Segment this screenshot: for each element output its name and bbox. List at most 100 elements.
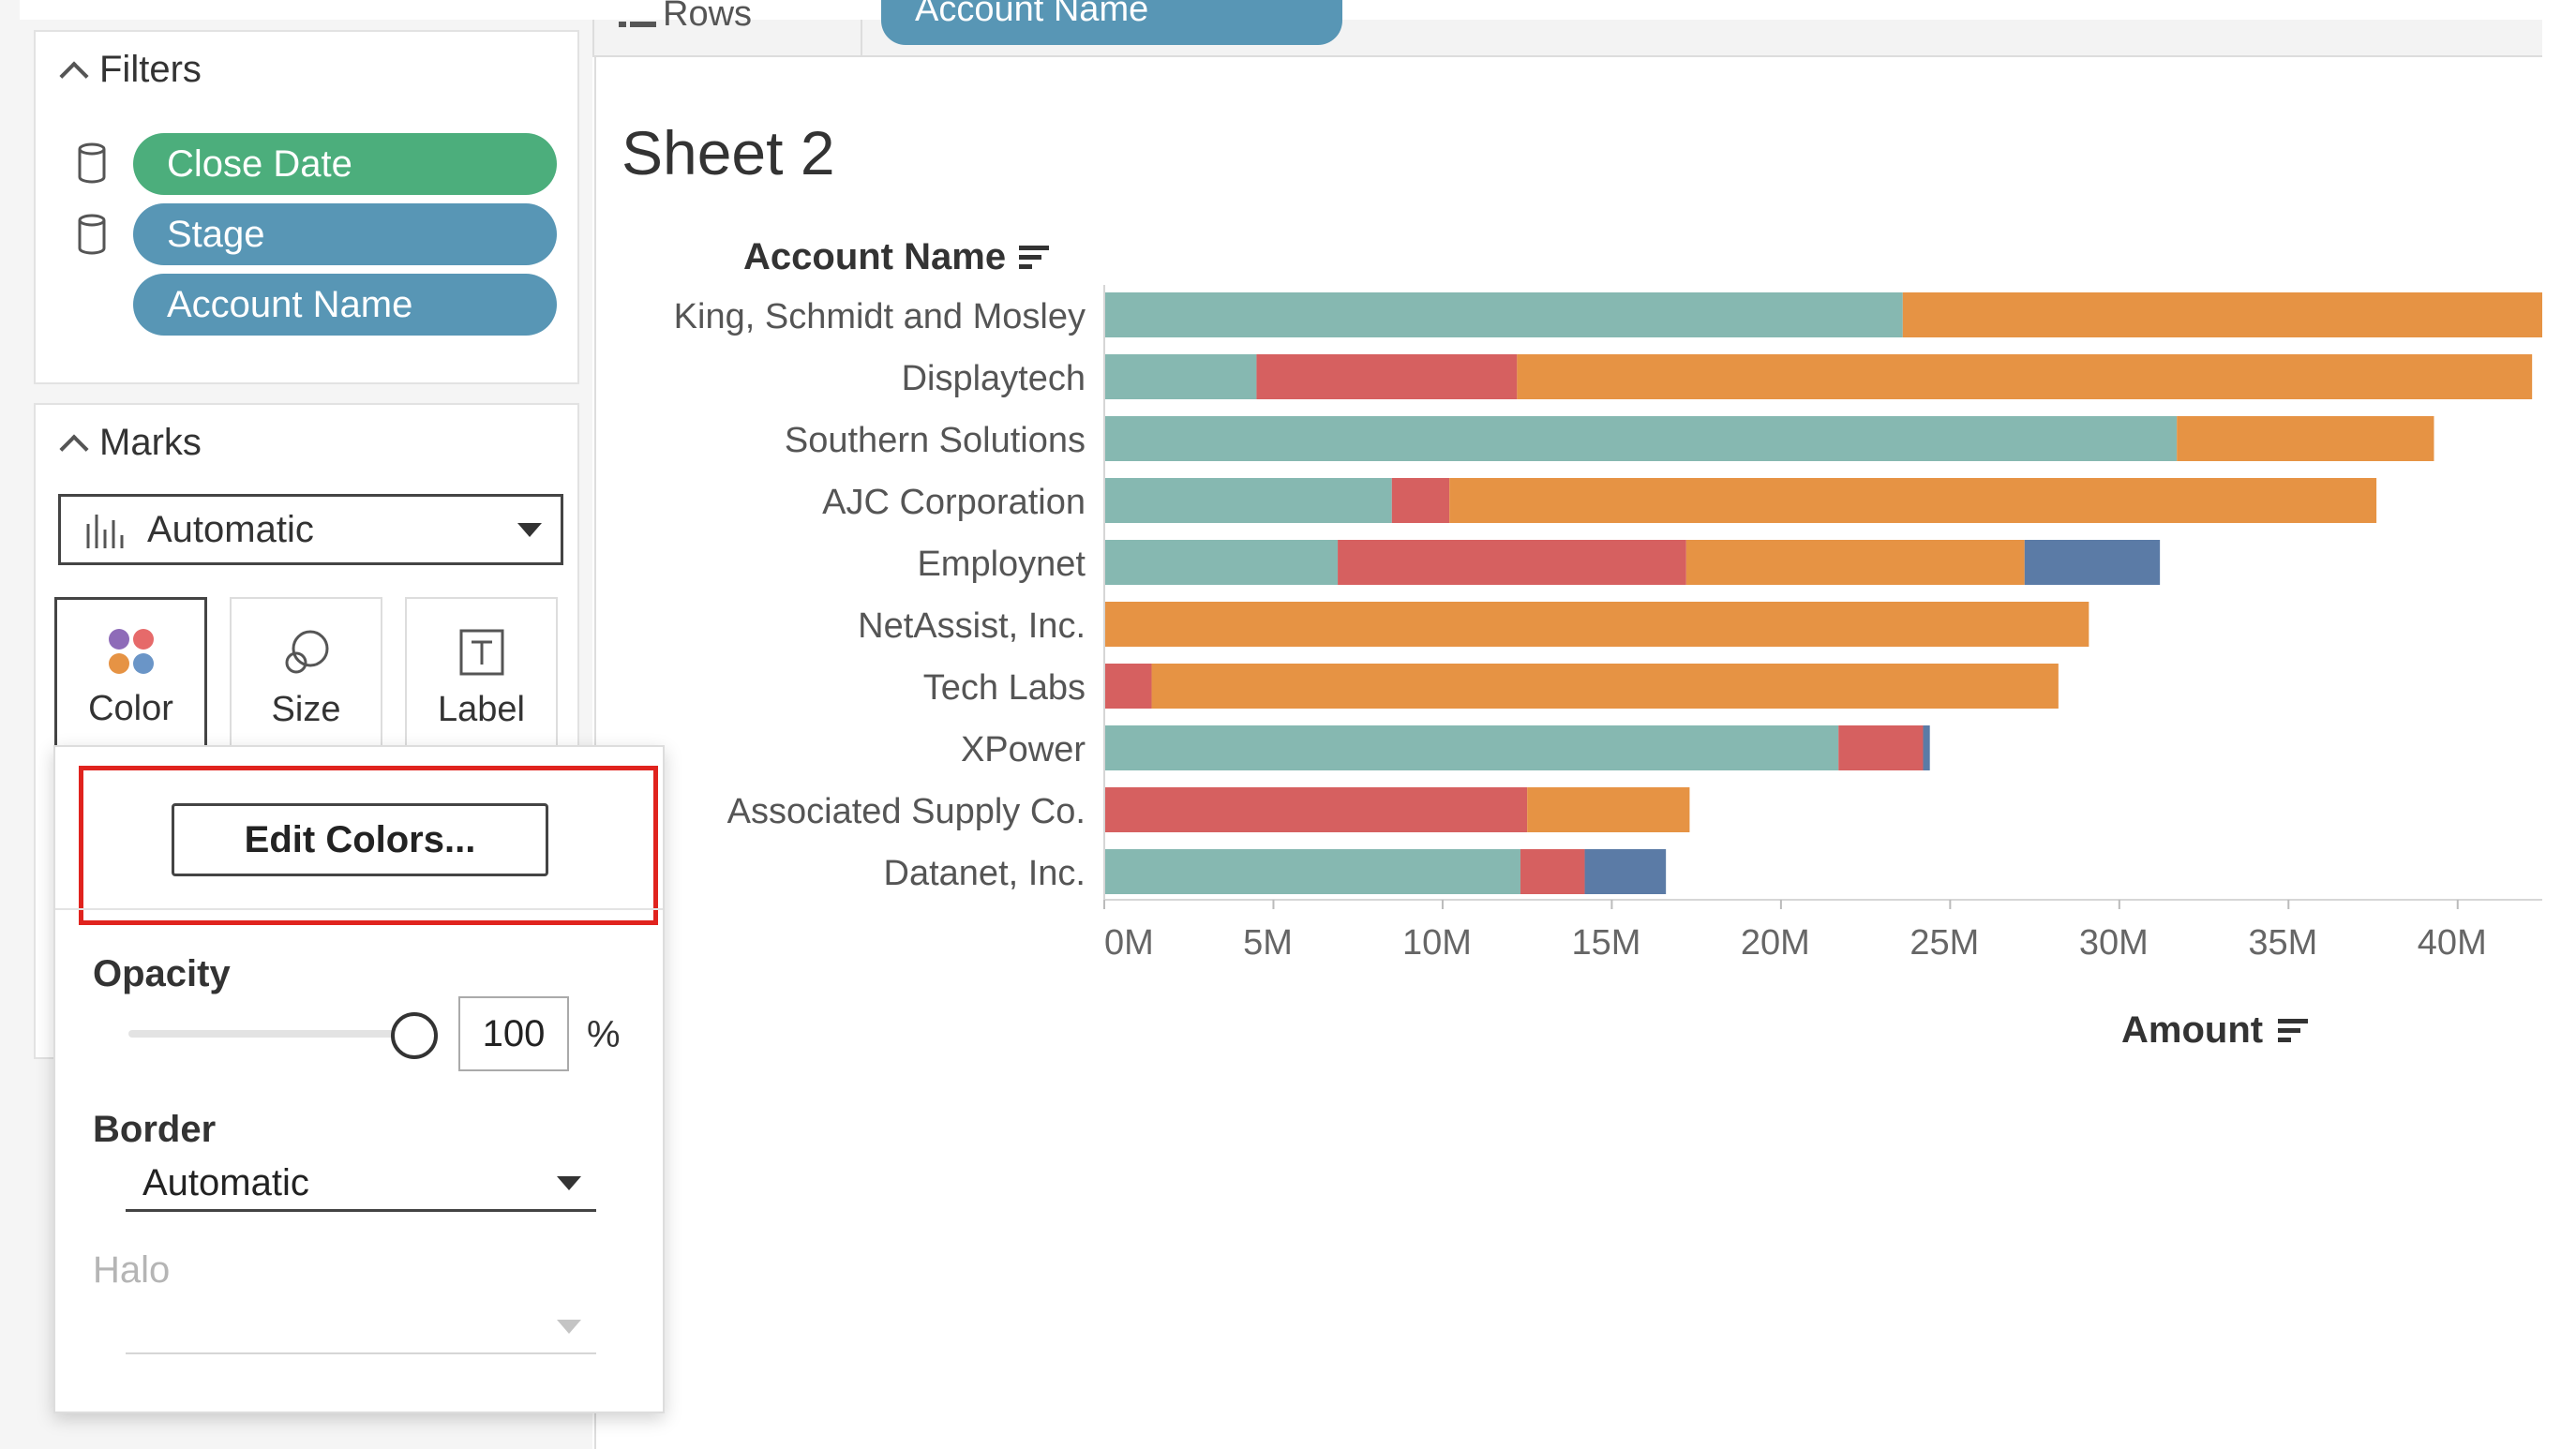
category-label[interactable]: Employnet <box>917 545 1086 584</box>
bar-segment[interactable] <box>1104 849 1520 894</box>
rows-pill-label: Account Name <box>915 0 1149 29</box>
filter-pill-account-name[interactable]: Account Name <box>133 274 557 336</box>
dropdown-arrow-icon <box>557 1176 581 1190</box>
filter-pill-close-date[interactable]: Close Date <box>133 133 557 195</box>
mark-type-value: Automatic <box>147 508 314 550</box>
x-tick-label: 25M <box>1910 923 1979 963</box>
bar-segment[interactable] <box>1151 664 2059 709</box>
shelf-divider <box>861 20 862 57</box>
x-tick-label: 10M <box>1402 923 1472 963</box>
border-value: Automatic <box>142 1162 309 1203</box>
x-axis-title-label: Amount <box>2121 1009 2264 1051</box>
sheet-title: Sheet 2 <box>622 118 835 187</box>
bar-segment[interactable] <box>1527 787 1690 832</box>
marks-header[interactable]: Marks <box>59 422 202 464</box>
category-label[interactable]: NetAssist, Inc. <box>858 606 1086 646</box>
card-label: Color <box>88 689 173 728</box>
database-icon <box>78 142 106 184</box>
x-axis-title[interactable]: Amount <box>2121 1009 2309 1052</box>
bar-segment[interactable] <box>1902 292 2542 337</box>
opacity-slider-handle[interactable] <box>391 1012 438 1059</box>
bar-segment[interactable] <box>1104 787 1528 832</box>
color-dots-icon <box>108 629 154 674</box>
percent-sign: % <box>587 1014 621 1055</box>
filter-pill-label: Close Date <box>167 142 352 185</box>
color-popup: Edit Colors... Opacity 100 % Border Auto… <box>53 745 665 1413</box>
popup-divider <box>55 908 663 910</box>
rows-pill-account-name[interactable]: Account Name <box>881 0 1342 45</box>
bar-segment[interactable] <box>2024 540 2161 585</box>
bar-segment[interactable] <box>1104 478 1392 523</box>
bar-segment[interactable] <box>1104 354 1257 399</box>
label-card[interactable]: Label <box>405 597 558 749</box>
halo-dropdown <box>126 1300 596 1354</box>
bar-segment[interactable] <box>1338 540 1686 585</box>
bar-segment[interactable] <box>1449 478 2377 523</box>
bar-segment[interactable] <box>1104 292 1903 337</box>
border-label: Border <box>93 1109 217 1150</box>
opacity-value: 100 <box>482 1012 546 1054</box>
bar-segment[interactable] <box>1517 354 2533 399</box>
bar-segment[interactable] <box>1104 725 1839 770</box>
rows-label: Rows <box>663 0 753 28</box>
size-card[interactable]: Size <box>230 597 382 749</box>
x-tick-label: 30M <box>2079 923 2149 963</box>
bar-segment[interactable] <box>1104 602 2089 647</box>
bar-segment[interactable] <box>1584 849 1667 894</box>
sort-icon[interactable] <box>2278 1019 2309 1042</box>
bar-segment[interactable] <box>1923 725 1930 770</box>
bar-segment[interactable] <box>1104 540 1339 585</box>
chevron-up-icon[interactable] <box>59 60 89 91</box>
bar-segment[interactable] <box>1104 416 2178 461</box>
bar-chart-icon <box>86 515 124 548</box>
dropdown-arrow-icon <box>557 1319 581 1334</box>
category-label[interactable]: Associated Supply Co. <box>727 792 1086 831</box>
category-label[interactable]: King, Schmidt and Mosley <box>674 297 1086 336</box>
category-label[interactable]: Displaytech <box>902 359 1086 398</box>
opacity-label: Opacity <box>93 953 231 994</box>
bar-segment[interactable] <box>1520 849 1585 894</box>
category-label[interactable]: Datanet, Inc. <box>884 854 1086 893</box>
color-card[interactable]: Color <box>54 597 207 749</box>
filter-pill-label: Account Name <box>167 283 413 325</box>
edit-colors-label: Edit Colors... <box>244 818 476 860</box>
row-header-label: Account Name <box>743 236 1007 277</box>
mark-type-dropdown[interactable]: Automatic <box>58 494 563 565</box>
database-icon <box>78 214 106 255</box>
filter-pill-stage[interactable]: Stage <box>133 203 557 265</box>
x-tick-label: 0M <box>1104 923 1154 963</box>
bar-segment[interactable] <box>1391 478 1450 523</box>
bar-segment[interactable] <box>2177 416 2434 461</box>
bar-segment[interactable] <box>1838 725 1924 770</box>
size-circles-icon <box>285 630 328 674</box>
x-tick-label: 5M <box>1243 923 1293 963</box>
rows-icon <box>619 22 656 27</box>
x-tick-label: 20M <box>1741 923 1810 963</box>
sort-icon[interactable] <box>1019 246 1050 269</box>
halo-label: Halo <box>93 1249 171 1291</box>
dropdown-arrow-icon <box>517 522 542 537</box>
bar-segment[interactable] <box>1104 664 1152 709</box>
opacity-slider-track[interactable] <box>128 1030 410 1038</box>
x-tick-label: 15M <box>1571 923 1640 963</box>
card-label: Label <box>438 690 525 729</box>
filters-header[interactable]: Filters <box>59 49 202 91</box>
card-label: Size <box>271 690 341 729</box>
edit-colors-button[interactable]: Edit Colors... <box>172 803 548 876</box>
x-tick-label: 40M <box>2418 923 2487 963</box>
text-label-icon <box>459 629 503 676</box>
chevron-up-icon[interactable] <box>59 433 89 464</box>
x-tick-label: 35M <box>2248 923 2317 963</box>
category-label[interactable]: Southern Solutions <box>785 421 1086 460</box>
opacity-input[interactable]: 100 <box>458 996 569 1071</box>
category-label[interactable]: XPower <box>961 730 1086 769</box>
category-label[interactable]: AJC Corporation <box>822 483 1086 522</box>
left-frame <box>0 0 20 1449</box>
category-label[interactable]: Tech Labs <box>923 668 1086 708</box>
marks-title: Marks <box>99 422 202 463</box>
bar-segment[interactable] <box>1256 354 1518 399</box>
filter-pill-label: Stage <box>167 213 265 255</box>
row-header[interactable]: Account Name <box>743 236 1050 278</box>
bar-segment[interactable] <box>1685 540 2025 585</box>
border-dropdown[interactable]: Automatic <box>126 1158 596 1212</box>
